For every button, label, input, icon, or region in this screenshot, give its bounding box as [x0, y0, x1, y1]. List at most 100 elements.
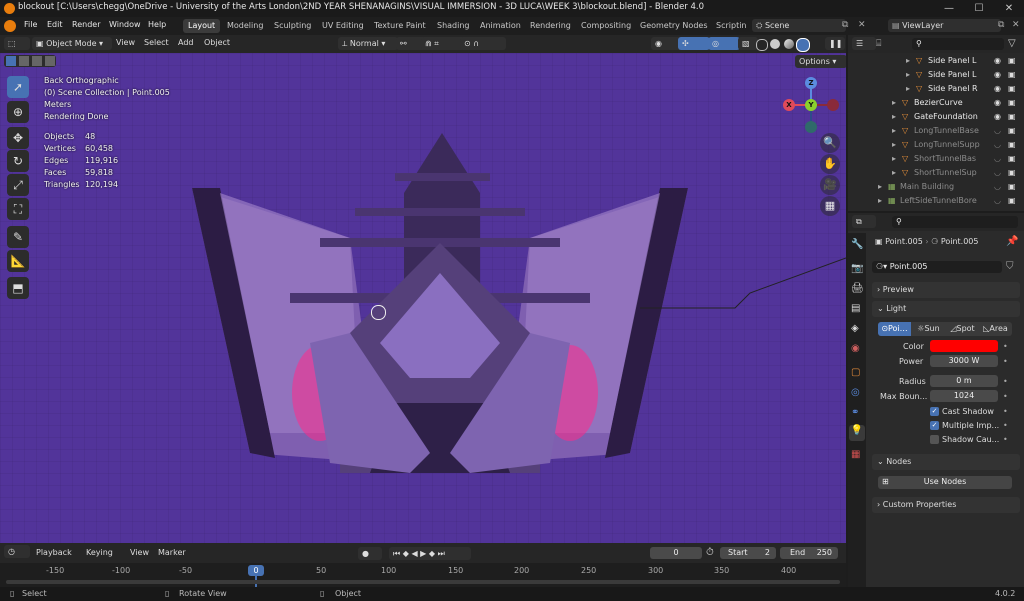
tab-layout[interactable]: Layout: [183, 19, 221, 33]
render-camera-icon[interactable]: ▣: [1008, 196, 1016, 205]
eye-icon[interactable]: ◡: [994, 154, 1001, 163]
tab-shading[interactable]: Shading: [432, 19, 475, 33]
nodes-panel-header[interactable]: ⌄ Nodes: [872, 454, 1020, 470]
radius-field[interactable]: 0 m: [930, 375, 998, 387]
menu-edit[interactable]: Edit: [47, 20, 63, 29]
rotate-tool[interactable]: ↻: [7, 150, 29, 172]
shadow-caustics-checkbox[interactable]: [930, 435, 939, 444]
view-layer-tab-icon[interactable]: ▤: [851, 303, 860, 314]
outliner-item[interactable]: ▸ ▦ Main Building ◡ ▣: [848, 182, 1024, 195]
render-camera-icon[interactable]: ▣: [1008, 112, 1016, 121]
transform-tool[interactable]: ⛶: [7, 198, 29, 220]
view-layer-selector[interactable]: ▤ ViewLayer: [888, 19, 1001, 32]
outliner-item[interactable]: ▸ ▽ ShortTunnelBas ◡ ▣: [848, 154, 1024, 167]
outliner-item[interactable]: ▸ ▽ Side Panel L ◉ ▣: [848, 56, 1024, 69]
power-field[interactable]: 3000 W: [930, 355, 998, 367]
playhead[interactable]: 0: [248, 565, 264, 576]
light-type-point[interactable]: ⊙Poi…: [878, 322, 911, 336]
light-type-area[interactable]: ◺Area: [979, 322, 1012, 336]
eye-icon[interactable]: ◡: [994, 140, 1001, 149]
tab-sculpting[interactable]: Sculpting: [269, 19, 316, 33]
transform-orientation[interactable]: ⟂ Normal ▾: [338, 37, 398, 50]
tool-tab-icon[interactable]: 🔧: [851, 239, 863, 250]
xray-toggle[interactable]: ▧: [738, 37, 758, 50]
overlays-toggle[interactable]: ◎: [708, 37, 740, 50]
playback-controls[interactable]: ⏮ ◆ ◀ ▶ ◆ ⏭: [389, 547, 471, 560]
start-frame-field[interactable]: Start 2: [720, 547, 776, 559]
render-camera-icon[interactable]: ▣: [1008, 154, 1016, 163]
menu-render[interactable]: Render: [72, 20, 100, 29]
render-camera-icon[interactable]: ▣: [1008, 168, 1016, 177]
light-point-gizmo[interactable]: [371, 305, 386, 320]
new-scene-icon[interactable]: ⧉: [842, 20, 848, 30]
outliner-tree[interactable]: ▸ ▽ Side Panel L ◉ ▣ ▸ ▽ Side Panel L ◉ ▣ ▸ ▽ Side P…: [848, 53, 1024, 211]
expand-arrow-icon[interactable]: ▸: [878, 196, 882, 205]
gizmo-x-axis[interactable]: X: [783, 99, 795, 111]
display-mode-icon[interactable]: ⌸: [876, 39, 881, 49]
properties-editor-type[interactable]: ⧉: [852, 215, 876, 228]
add-cube-tool[interactable]: ⬒: [7, 277, 29, 299]
fake-user-shield-icon[interactable]: ⛉: [1006, 261, 1014, 272]
tab-compositing[interactable]: Compositing: [576, 19, 636, 33]
outliner-editor-type[interactable]: ☰: [852, 37, 876, 50]
keyframe-dot-icon[interactable]: •: [1003, 435, 1008, 444]
delete-view-layer-icon[interactable]: ✕: [1012, 20, 1020, 30]
timeline-editor-type[interactable]: ◷: [4, 545, 30, 558]
blender-menu-icon[interactable]: [4, 20, 16, 32]
mode-selector[interactable]: ▣ Object Mode ▾: [32, 37, 112, 50]
maximize-button[interactable]: ☐: [964, 1, 994, 16]
options-dropdown[interactable]: Options ▾: [795, 55, 846, 68]
outliner-item[interactable]: ▸ ▽ BezierCurve ◉ ▣: [848, 98, 1024, 111]
expand-arrow-icon[interactable]: ▸: [906, 56, 910, 65]
eye-icon[interactable]: ◉: [994, 70, 1001, 79]
expand-arrow-icon[interactable]: ▸: [892, 140, 896, 149]
cast-shadow-checkbox[interactable]: ✓: [930, 407, 939, 416]
gizmo-y-axis[interactable]: Y: [805, 99, 817, 111]
new-view-layer-icon[interactable]: ⧉: [998, 20, 1004, 30]
keyframe-dot-icon[interactable]: •: [1003, 407, 1008, 416]
eye-icon[interactable]: ◉: [994, 56, 1001, 65]
keyframe-dot-icon[interactable]: •: [1003, 392, 1008, 401]
tab-scripting[interactable]: Scriptin: [711, 19, 751, 33]
close-button[interactable]: ✕: [994, 1, 1024, 16]
use-nodes-button[interactable]: ⊞ Use Nodes: [878, 476, 1012, 489]
annotate-tool[interactable]: ✎: [7, 226, 29, 248]
tab-modeling[interactable]: Modeling: [222, 19, 268, 33]
end-frame-field[interactable]: End 250: [780, 547, 838, 559]
add-menu[interactable]: Add: [178, 38, 194, 47]
material-shading-icon[interactable]: [784, 39, 794, 49]
timeline-ruler[interactable]: -150 -100 -50 0 50 100 150 200 250 300 3…: [0, 563, 846, 587]
delete-scene-icon[interactable]: ✕: [858, 20, 866, 30]
select-mode-toggles[interactable]: [4, 55, 56, 67]
custom-properties-header[interactable]: › Custom Properties: [872, 497, 1020, 513]
jump-end-icon[interactable]: ⏭: [438, 549, 445, 558]
eye-icon[interactable]: ◡: [994, 168, 1001, 177]
render-camera-icon[interactable]: ▣: [1008, 182, 1016, 191]
outliner-item[interactable]: ▸ ▦ LeftSideTunnelBore ◡ ▣: [848, 196, 1024, 209]
expand-arrow-icon[interactable]: ▸: [892, 112, 896, 121]
eye-icon[interactable]: ◡: [994, 182, 1001, 191]
eye-icon[interactable]: ◉: [994, 98, 1001, 107]
physics-tab-icon[interactable]: ◎: [851, 387, 860, 398]
outliner-item[interactable]: ▸ ▽ LongTunnelBase ◡ ▣: [848, 126, 1024, 139]
move-tool[interactable]: ✥: [7, 127, 29, 149]
gizmo-neg-y-axis[interactable]: [805, 121, 817, 133]
prev-key-icon[interactable]: ◆: [403, 549, 409, 558]
filter-icon[interactable]: ▽: [1008, 38, 1016, 49]
pause-render-button[interactable]: ❚❚: [825, 37, 845, 50]
outliner-search-input[interactable]: ⚲: [912, 38, 1004, 50]
light-type-selector[interactable]: ⊙Poi… ☼Sun ◿Spot ◺Area: [878, 322, 1012, 336]
minimize-button[interactable]: —: [934, 1, 964, 16]
expand-arrow-icon[interactable]: ▸: [892, 168, 896, 177]
expand-arrow-icon[interactable]: ▸: [892, 126, 896, 135]
play-icon[interactable]: ▶: [420, 549, 426, 558]
outliner-item[interactable]: ▸ ▽ LongTunnelSupp ◡ ▣: [848, 140, 1024, 153]
record-button[interactable]: ●: [358, 547, 382, 560]
keyframe-dot-icon[interactable]: •: [1003, 377, 1008, 386]
render-camera-icon[interactable]: ▣: [1008, 126, 1016, 135]
view-menu[interactable]: View: [116, 38, 135, 47]
camera-icon[interactable]: 🎥: [820, 175, 840, 195]
light-type-spot[interactable]: ◿Spot: [946, 322, 979, 336]
pin-icon[interactable]: 📌: [1006, 236, 1018, 247]
multiple-importance-checkbox[interactable]: ✓: [930, 421, 939, 430]
